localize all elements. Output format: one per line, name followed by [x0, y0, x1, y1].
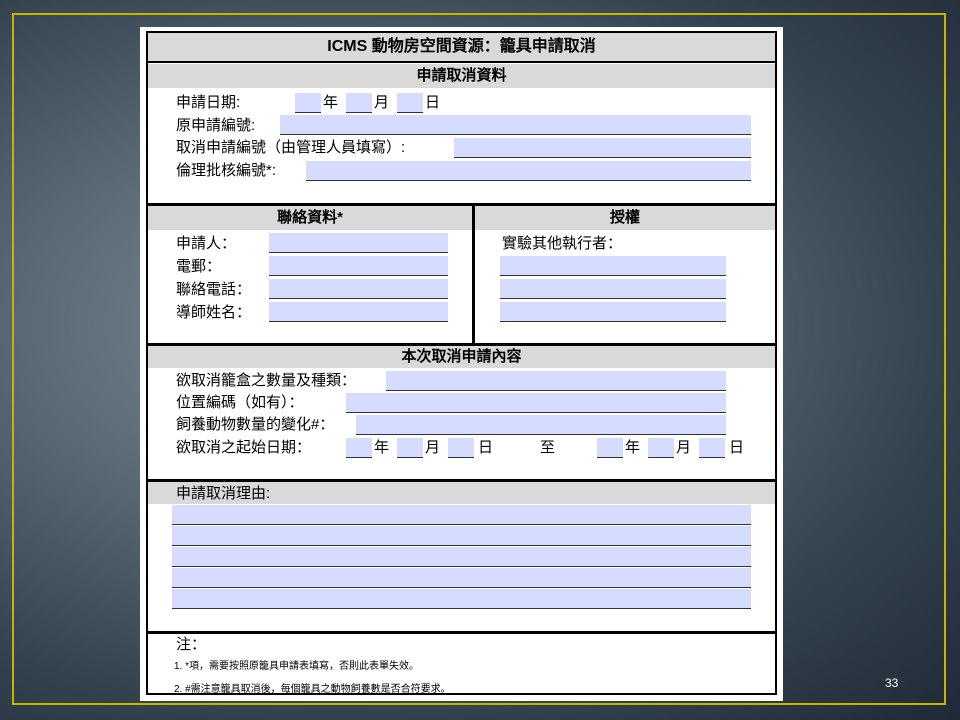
- apply-date-day-field[interactable]: [397, 93, 423, 113]
- apply-date-year-field[interactable]: [295, 93, 321, 113]
- content-header: 本次取消申請內容: [148, 346, 775, 368]
- other-executor-field-3[interactable]: [500, 302, 726, 322]
- other-executor-field-1[interactable]: [500, 256, 726, 276]
- animal-change-label: 飼養動物數量的變化#：: [176, 416, 335, 433]
- form-title: ICMS 動物房空間資源：籠具申請取消: [148, 33, 775, 61]
- notes-header: 注：: [176, 636, 207, 653]
- phone-label: 聯絡電話：: [176, 281, 252, 298]
- day-label: 日: [425, 94, 441, 111]
- ethics-no-label: 倫理批核編號*:: [176, 162, 277, 179]
- start-month-label: 月: [425, 439, 441, 456]
- other-executor-field-2[interactable]: [500, 279, 726, 299]
- start-year-field[interactable]: [346, 438, 372, 458]
- reason-line-3[interactable]: [172, 547, 751, 567]
- end-year-field[interactable]: [597, 438, 623, 458]
- start-day-label: 日: [478, 439, 494, 456]
- note-2: 2. #需注意籠具取消後，每個籠具之動物飼養數是否合符要求。: [174, 684, 451, 695]
- note-1: 1. *項，需要按照原籠具申請表填寫，否則此表單失效。: [174, 661, 420, 672]
- reason-line-1[interactable]: [172, 505, 751, 525]
- start-day-field[interactable]: [448, 438, 474, 458]
- email-label: 電郵：: [176, 258, 222, 275]
- month-label: 月: [374, 94, 390, 111]
- reason-label: 申請取消理由:: [176, 485, 271, 502]
- apply-date-label: 申請日期:: [176, 94, 241, 111]
- section-cancel-data-header: 申請取消資料: [148, 64, 775, 88]
- email-field[interactable]: [269, 256, 448, 276]
- slide-page-number: 33: [885, 676, 899, 690]
- ethics-no-field[interactable]: [306, 161, 751, 181]
- year-label: 年: [323, 94, 339, 111]
- location-field[interactable]: [346, 393, 726, 413]
- reason-line-5[interactable]: [172, 589, 751, 609]
- start-year-label: 年: [374, 439, 390, 456]
- cage-count-field[interactable]: [386, 371, 726, 391]
- applicant-label: 申請人：: [176, 235, 237, 252]
- other-executor-label: 實驗其他執行者：: [502, 235, 623, 252]
- cancel-no-field[interactable]: [454, 138, 751, 158]
- supervisor-field[interactable]: [269, 302, 448, 322]
- original-no-label: 原申請編號:: [176, 117, 256, 134]
- auth-header: 授權: [475, 206, 775, 230]
- end-year-label: 年: [625, 439, 641, 456]
- apply-date-month-field[interactable]: [346, 93, 372, 113]
- date-range-label: 欲取消之起始日期：: [176, 439, 312, 456]
- cage-count-label: 欲取消籠盒之數量及種類：: [176, 372, 357, 389]
- end-day-label: 日: [729, 439, 745, 456]
- phone-field[interactable]: [269, 279, 448, 299]
- contact-header: 聯絡資料*: [148, 206, 472, 230]
- cancel-no-label: 取消申請編號（由管理人員填寫）:: [176, 139, 406, 156]
- end-month-label: 月: [676, 439, 692, 456]
- form-page: ICMS 動物房空間資源：籠具申請取消 申請取消資料 申請日期: 年 月 日 原…: [140, 27, 783, 701]
- end-month-field[interactable]: [648, 438, 674, 458]
- reason-line-4[interactable]: [172, 568, 751, 588]
- original-no-field[interactable]: [280, 115, 751, 135]
- supervisor-label: 導師姓名：: [176, 304, 252, 321]
- end-day-field[interactable]: [699, 438, 725, 458]
- reason-line-2[interactable]: [172, 526, 751, 546]
- to-label: 至: [540, 439, 556, 456]
- start-month-field[interactable]: [397, 438, 423, 458]
- animal-change-field[interactable]: [356, 415, 726, 435]
- location-label: 位置編碼（如有）：: [176, 394, 304, 411]
- applicant-field[interactable]: [269, 233, 448, 253]
